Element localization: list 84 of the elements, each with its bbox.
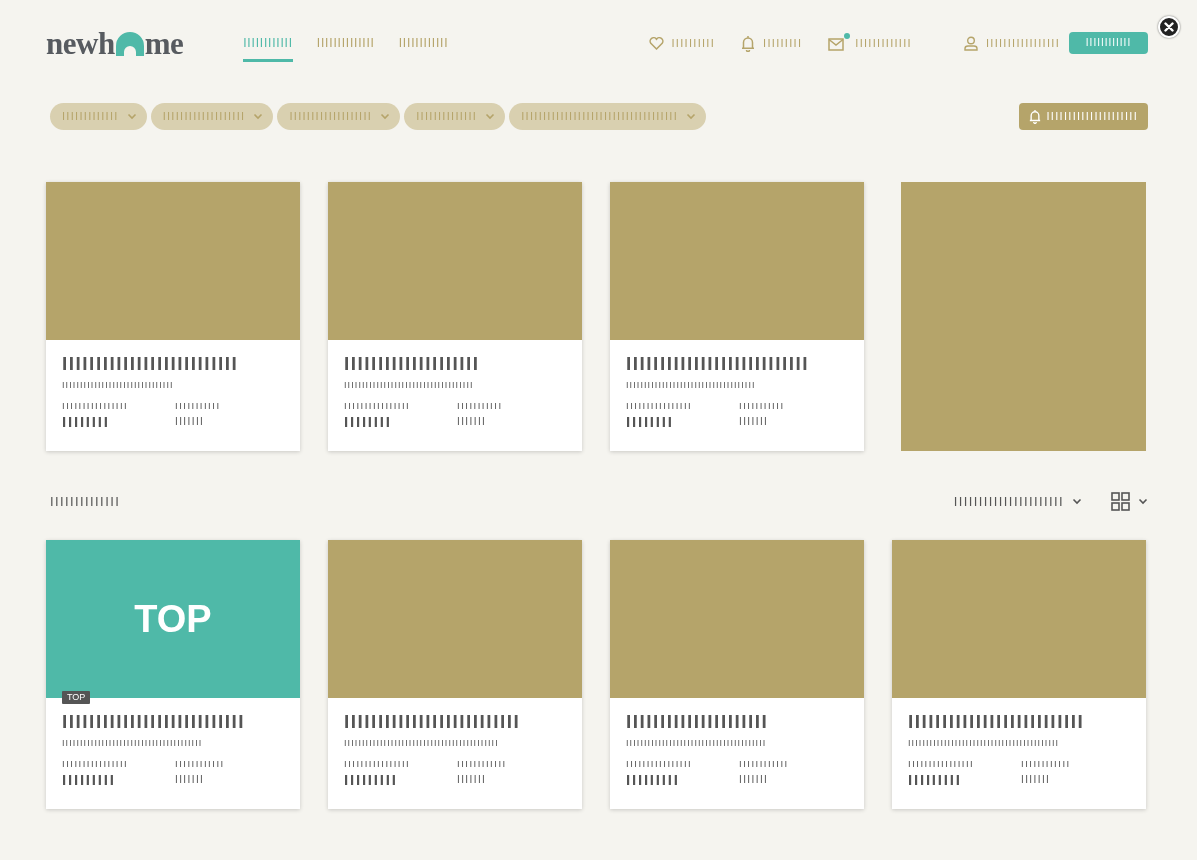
- detail-label: IIIIIIIIIII: [457, 401, 503, 411]
- listing-address: IIIIIIIIIIIIIIIIIIIIIIIIIIIIIIIIIIIIIII: [626, 739, 768, 748]
- nav-tab[interactable]: IIIIIIIIIIII: [243, 37, 293, 62]
- detail-value: IIIIIIIII: [908, 771, 963, 787]
- filter-dropdown[interactable]: IIIIIIIIIIIIIIIIIII: [277, 103, 401, 130]
- search-alert-button[interactable]: IIIIIIIIIIIIIIIIIIIII: [1018, 103, 1148, 130]
- detail-value: IIIIIII: [457, 774, 488, 785]
- detail-value: IIIIIIII: [626, 413, 675, 429]
- close-icon: [1164, 22, 1174, 32]
- layout-menu-button[interactable]: [1111, 492, 1148, 511]
- listing-card[interactable]: IIIIIIIIIIIIIIIIIIIIIIIIII IIIIIIIIIIIIIIIIIIIIIIIIIIIIIIIIIIIIIIIIII IIIIIIIIIIIIIIII IIIIIIIII IIIIIIIIIIII IIIIIII: [892, 540, 1146, 809]
- detail-label: IIIIIIIIIII: [739, 401, 785, 411]
- chevron-icon: [1138, 498, 1148, 505]
- detail-value: IIIIIIII: [62, 413, 111, 429]
- detail-label: IIIIIIIIIIIIIIII: [344, 401, 412, 411]
- chevron-icon: [485, 113, 496, 120]
- detail-label: IIIIIIIIIIIIIIII: [62, 759, 130, 769]
- listing-address: IIIIIIIIIIIIIIIIIIIIIIIIIIIIIIIIIIIIIIIIIII: [344, 739, 500, 748]
- detail-value: IIIIIIIII: [626, 771, 681, 787]
- header-link[interactable]: IIIIIIIIII: [671, 37, 716, 49]
- house-icon: [114, 31, 145, 57]
- listing-title: IIIIIIIIIIIIIIIIIIII: [344, 354, 481, 373]
- listing-title: IIIIIIIIIIIIIIIIIIIIIIIIII: [344, 712, 522, 731]
- listing-address: IIIIIIIIIIIIIIIIIIIIIIIIIIIIIIIIIIIIIIIIII: [908, 739, 1061, 748]
- listing-title: IIIIIIIIIIIIIIIIIIIIIIIIIII: [62, 712, 247, 731]
- listing-title: IIIIIIIIIIIIIIIIIIIII: [626, 712, 770, 731]
- detail-value: IIIIIII: [739, 416, 770, 427]
- header-link[interactable]: IIIIIIIII: [763, 37, 803, 49]
- listing-title: IIIIIIIIIIIIIIIIIIIIIIIIIII: [626, 354, 811, 373]
- filter-dropdown[interactable]: IIIIIIIIIIIII: [50, 103, 147, 130]
- detail-label: IIIIIIIIIIII: [739, 759, 789, 769]
- sort-dropdown[interactable]: IIIIIIIIIIIIIIIIIIIIII: [953, 495, 1082, 508]
- detail-value: IIIIIII: [1021, 774, 1052, 785]
- header-link[interactable]: IIIIIIIIIIIII: [855, 37, 912, 49]
- listing-address: IIIIIIIIIIIIIIIIIIIIIIIIIIIIIII: [62, 381, 175, 390]
- logo[interactable]: newh me: [46, 27, 184, 59]
- detail-label: IIIIIIIIIIIIIIII: [344, 759, 412, 769]
- chevron-icon: [380, 113, 391, 120]
- detail-label: IIIIIIIIIIII: [175, 759, 225, 769]
- chevron-icon: [1072, 498, 1082, 505]
- listing-card[interactable]: IIIIIIIIIIIIIIIIIIII IIIIIIIIIIIIIIIIIIIIIIIIIIIIIIIIIIII IIIIIIIIIIIIIIII IIIIIIII IIIIIIIIIII IIIIIII: [328, 182, 582, 451]
- detail-value: IIIIIII: [175, 416, 206, 427]
- listing-address: IIIIIIIIIIIIIIIIIIIIIIIIIIIIIIIIIIIIIII: [62, 739, 204, 748]
- top-label: TOP: [134, 600, 212, 638]
- listing-address: IIIIIIIIIIIIIIIIIIIIIIIIIIIIIIIIIIII: [626, 381, 757, 390]
- listing-address: IIIIIIIIIIIIIIIIIIIIIIIIIIIIIIIIIIII: [344, 381, 475, 390]
- nav-tab[interactable]: IIIIIIIIIIIIII: [316, 37, 375, 62]
- grid-icon: [1111, 492, 1130, 511]
- detail-label: IIIIIIIIIIII: [1021, 759, 1071, 769]
- chevron-icon: [126, 113, 137, 120]
- detail-value: IIIIIIIII: [344, 771, 399, 787]
- detail-label: IIIIIIIIIIIIIIII: [626, 759, 694, 769]
- filter-dropdown[interactable]: IIIIIIIIIIIIIIIIIII: [150, 103, 274, 130]
- register-button[interactable]: IIIIIIIIIIII: [1069, 32, 1148, 54]
- filter-dropdown[interactable]: IIIIIIIIIIIIIIIIIIIIIIIIIIIIIIIIIIII: [509, 103, 707, 130]
- header-link[interactable]: IIIIIIIIIIIIIIIII: [985, 37, 1060, 49]
- detail-value: IIIIIII: [739, 774, 770, 785]
- detail-label: IIIIIIIIIIII: [457, 759, 507, 769]
- listing-card[interactable]: IIIIIIIIIIIIIIIIIIIIIIIIII IIIIIIIIIIIIIIIIIIIIIIIIIIIIIIIIIIIIIIIIIII IIIIIIIIIIIIIIII IIIIIIIII IIIIIIIIIIII IIIIIII: [328, 540, 582, 809]
- listing-card[interactable]: IIIIIIIIIIIIIIIIIIIIIIIIIII IIIIIIIIIIIIIIIIIIIIIIIIIIIIIIIIIIII IIIIIIIIIIIIIIII IIIIIIII IIIIIIIIIII IIIIIII: [610, 182, 864, 451]
- chevron-icon: [253, 113, 264, 120]
- listing-title: IIIIIIIIIIIIIIIIIIIIIIIIII: [908, 712, 1086, 731]
- detail-value: IIIIIIII: [344, 413, 393, 429]
- detail-value: IIIIIII: [457, 416, 488, 427]
- detail-label: IIIIIIIIIIIIIIII: [626, 401, 694, 411]
- nav-tab[interactable]: IIIIIIIIIIII: [398, 37, 449, 62]
- close-button[interactable]: [1158, 16, 1180, 38]
- bell-icon: [741, 34, 756, 52]
- top-tag: TOP: [62, 691, 91, 704]
- detail-label: IIIIIIIIIIIIIIII: [62, 401, 130, 411]
- listing-card[interactable]: IIIIIIIIIIIIIIIIIIIIIIIIII IIIIIIIIIIIIIIIIIIIIIIIIIIIIIII IIIIIIIIIIIIIIII IIIIIIII IIIIIIIIIII IIIIIII: [46, 182, 300, 451]
- heart-icon: [648, 36, 664, 50]
- listing-card[interactable]: IIIIIIIIIIIIIIIIIIIII IIIIIIIIIIIIIIIIIIIIIIIIIIIIIIIIIIIIIII IIIIIIIIIIIIIIII IIIIIIIII IIIIIIIIIIII IIIIIII: [610, 540, 864, 809]
- chevron-icon: [686, 113, 697, 120]
- listing-title: IIIIIIIIIIIIIIIIIIIIIIIIII: [62, 354, 240, 373]
- bell-icon: [1028, 109, 1041, 124]
- results-count: IIIIIIIIIIIIII: [50, 495, 121, 508]
- filter-dropdown[interactable]: IIIIIIIIIIIIII: [404, 103, 506, 130]
- detail-value: IIIIIII: [175, 774, 206, 785]
- detail-value: IIIIIIIII: [62, 771, 117, 787]
- detail-label: IIIIIIIIIIIIIIII: [908, 759, 976, 769]
- detail-label: IIIIIIIIIII: [175, 401, 221, 411]
- user-icon: [963, 35, 978, 51]
- listing-card[interactable]: TOP TOP IIIIIIIIIIIIIIIIIIIIIIIIIII IIIIIIIIIIIIIIIIIIIIIIIIIIIIIIIIIIIIIII IIIIIIIIIIIIIIII IIIIIIIII IIIIIIIIIIII IIIIIII: [46, 540, 300, 809]
